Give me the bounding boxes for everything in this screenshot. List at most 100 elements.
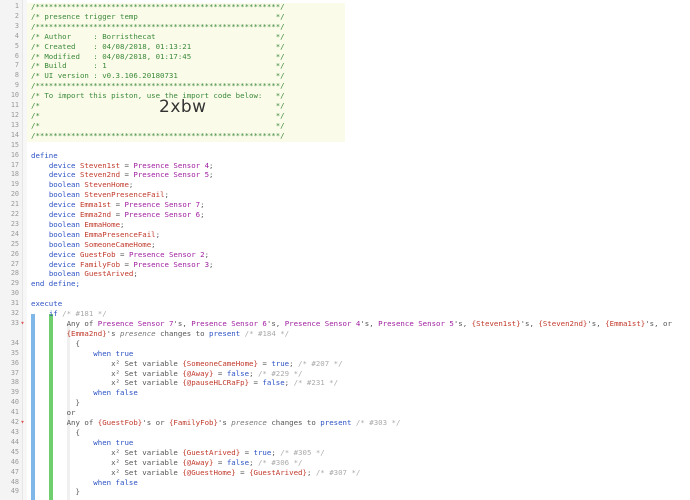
code-line[interactable]: 38 x² Set variable {@pauseHLCRaFp} = fal… [0,378,690,388]
code-line[interactable]: 10 /* To import this piston, use the impo… [0,91,690,101]
line-code: /* Build : 1 */ [31,61,285,71]
code-line[interactable]: 42 ▾ Any of {GuestFob}'s or {FamilyFob}'s… [0,418,690,428]
code-line[interactable]: 26 device GuestFob = Presence Sensor 2; [0,250,690,260]
when-false-keyword: when false [93,388,138,398]
code-line[interactable]: 23 boolean EmmaHome; [0,220,690,230]
value: true [271,358,290,368]
line-code: x² Set variable {GuestArived} = true; /*… [31,448,325,458]
terminator: ; [200,210,205,220]
separator: 's, [266,319,285,328]
code-line[interactable]: 49 } [0,487,690,497]
code-line[interactable]: 24 boolean EmmaPresenceFail; [0,230,690,240]
line-code: /***************************************… [31,22,285,32]
code-line[interactable]: 37 x² Set variable {@Away} = false; /* #… [0,369,690,379]
code-line[interactable]: 45 x² Set variable {GuestArived} = true;… [0,448,690,458]
code-line[interactable]: 48 when false [0,478,690,488]
operator: = [249,378,263,388]
brace: { [75,338,80,348]
code-line[interactable]: 29 end define; [0,279,690,289]
code-line[interactable]: 43 { [0,428,690,438]
var-name: SomeoneCameHome [84,239,152,249]
brace: } [75,487,80,497]
line-code: /* To import this piston, use the import… [31,91,285,101]
code-line[interactable]: 9 /**************************************… [0,81,690,91]
statement-id: /* #207 */ [298,358,343,368]
var-type: boolean [48,190,80,200]
line-number: 48 [10,477,19,486]
code-line[interactable]: 5 /* Created : 04/08/2018, 01:13:21 */ [0,42,690,52]
code-line[interactable]: 14 /*************************************… [0,131,690,141]
var-name: FamilyFob [79,259,121,269]
code-line[interactable]: 11 /* */ [0,101,690,111]
line-number: 40 [10,398,19,407]
code-line[interactable]: 35 when true [0,349,690,359]
variable-ref: {@Away} [182,368,214,378]
code-line[interactable]: 33 ▾ Any of Presence Sensor 7's, Presence… [0,319,690,329]
separator: 's [106,328,121,338]
code-line[interactable]: 41 or [0,408,690,418]
code-line[interactable]: {Emma2nd}'s presence changes to present … [0,329,690,339]
code-line[interactable]: 21 device Emma1st = Presence Sensor 7; [0,200,690,210]
code-line[interactable]: 46 x² Set variable {@Away} = false; /* #… [0,458,690,468]
code-line[interactable]: 12 /* */2xbw [0,99,690,121]
code-line[interactable]: 7 /* Build : 1 */ [0,61,690,71]
var-name: EmmaPresenceFail [84,229,156,239]
var-type: device [48,160,76,170]
code-line[interactable]: 22 device Emma2nd = Presence Sensor 6; [0,210,690,220]
code-line[interactable]: 31 execute [0,299,690,309]
code-line[interactable]: 28 boolean GuestArived; [0,269,690,279]
code-line[interactable]: 32 if /* #181 */ [0,309,690,319]
code-line[interactable]: 39 when false [0,388,690,398]
line-number: 45 [10,447,19,456]
set-icon: x² [111,457,125,467]
separator: 's, [360,319,379,328]
code-line[interactable]: 27 device FamilyFob = Presence Sensor 3; [0,260,690,270]
statement-id: /* #229 */ [257,368,303,378]
terminator: ; [200,200,205,210]
code-line[interactable]: 1 /**************************************… [0,2,690,12]
variable-ref: {@pauseHLCRaFp} [182,378,250,388]
code-line[interactable]: 40 } [0,398,690,408]
line-number: 6 [14,51,19,60]
variable-ref: {@GuestHome} [182,467,236,477]
device-value: Presence Sensor 4 [133,160,210,170]
task-label: Set variable [124,457,183,467]
code-line[interactable]: 44 when true [0,438,690,448]
line-code: /* Created : 04/08/2018, 01:13:21 */ [31,42,285,52]
code-line[interactable]: 13 /* */ [0,121,690,131]
line-number: 3 [14,21,19,30]
code-line[interactable]: 3 /**************************************… [0,22,690,32]
code-line[interactable]: 47 x² Set variable {@GuestHome} = {Guest… [0,468,690,478]
code-line[interactable]: 18 device Steven2nd = Presence Sensor 5; [0,170,690,180]
fold-toggle-icon[interactable]: ▾ [20,418,25,428]
line-code: /***************************************… [31,131,285,141]
comment-text: /* Created : 04/08/2018, 01:13:21 */ [31,41,285,51]
code-editor[interactable]: 1 /**************************************… [0,0,690,500]
code-line[interactable]: 4 /* Author : Borristhecat */ [0,32,690,42]
code-line[interactable]: 34 { [0,339,690,349]
code-line[interactable]: 19 boolean StevenHome; [0,180,690,190]
code-line[interactable]: 36 x² Set variable {SomeoneCameHome} = t… [0,359,690,369]
code-line[interactable]: 25 boolean SomeoneCameHome; [0,240,690,250]
code-line[interactable]: 20 boolean StevenPresenceFail; [0,190,690,200]
statement-id: /* #181 */ [62,309,107,319]
line-number: 20 [10,190,19,199]
line-code: {Emma2nd}'s presence changes to present … [31,328,290,339]
operator: = [120,259,134,269]
comparison-value: present [209,328,241,338]
fold-toggle-icon[interactable]: ▾ [20,319,25,329]
code-line[interactable]: 8 /* UI version : v0.3.106.20180731 */ [0,71,690,81]
code-line[interactable]: 2 /* presence trigger temp */ [0,12,690,22]
code-line[interactable]: 6 /* Modified : 04/08/2018, 01:17:45 */ [0,52,690,62]
line-number: 9 [14,81,19,90]
code-line[interactable]: 17 device Steven1st = Presence Sensor 4; [0,161,690,171]
code-line[interactable]: 16 define [0,151,690,161]
code-line[interactable]: 15 [0,141,690,151]
code-line[interactable]: 30 [0,289,690,299]
